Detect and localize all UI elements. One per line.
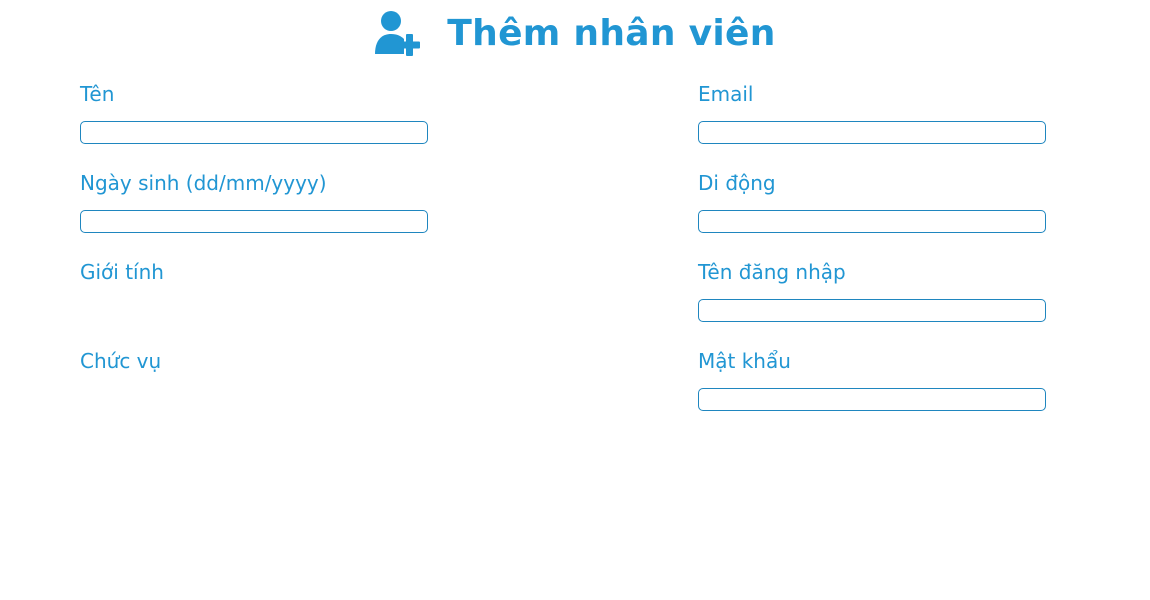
page-header: Thêm nhân viên <box>0 0 1150 66</box>
name-input[interactable] <box>80 121 428 144</box>
birthdate-label: Ngày sinh (dd/mm/yyyy) <box>80 171 327 195</box>
position-label: Chức vụ <box>80 349 162 373</box>
password-input[interactable] <box>698 388 1046 411</box>
mobile-label: Di động <box>698 171 776 195</box>
birthdate-input[interactable] <box>80 210 428 233</box>
page-header-content: Thêm nhân viên <box>373 10 775 56</box>
password-label: Mật khẩu <box>698 349 791 373</box>
name-label: Tên <box>80 82 115 106</box>
user-plus-icon <box>375 11 421 56</box>
email-label: Email <box>698 82 754 106</box>
username-label: Tên đăng nhập <box>698 260 846 284</box>
mobile-input[interactable] <box>698 210 1046 233</box>
gender-label: Giới tính <box>80 260 164 284</box>
email-input[interactable] <box>698 121 1046 144</box>
page-title: Thêm nhân viên <box>447 13 776 54</box>
username-input[interactable] <box>698 299 1046 322</box>
